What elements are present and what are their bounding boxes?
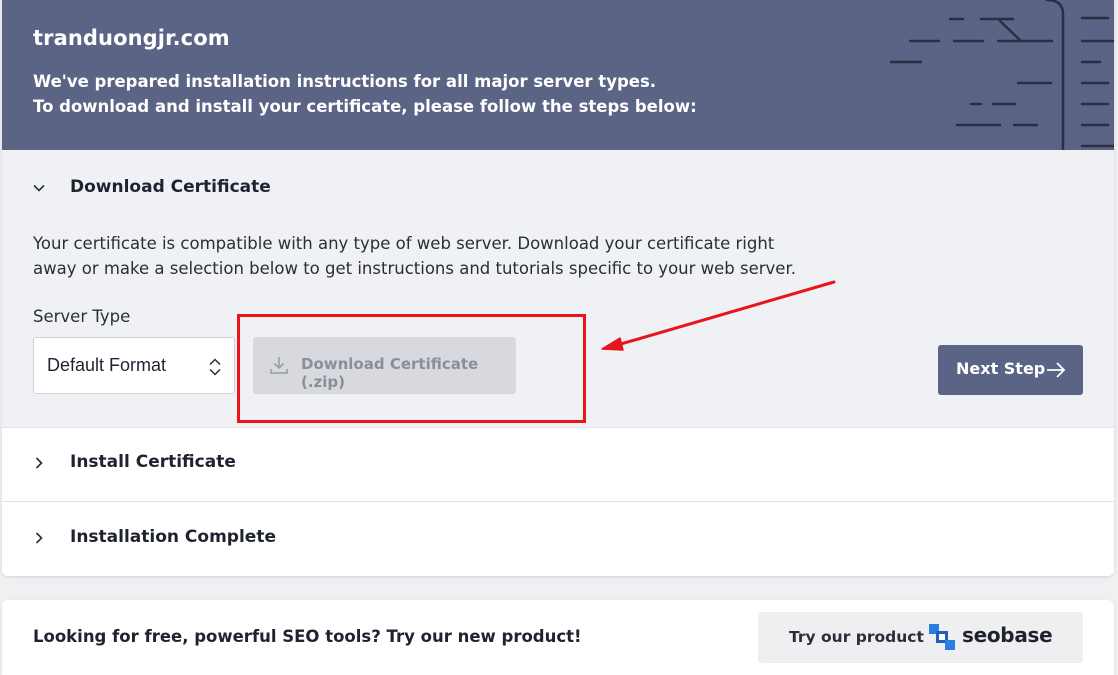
promo-text: Looking for free, powerful SEO tools? Tr… bbox=[33, 627, 582, 646]
step-title-complete[interactable]: Installation Complete bbox=[70, 527, 276, 547]
header-banner: tranduongjr.com We've prepared installat… bbox=[2, 0, 1114, 150]
intro-text: We've prepared installation instructions… bbox=[33, 70, 697, 119]
next-step-button[interactable]: Next Step bbox=[938, 345, 1083, 395]
arrow-right-icon bbox=[1047, 362, 1066, 378]
annotation-arrow bbox=[601, 280, 836, 351]
description-line-1: Your certificate is compatible with any … bbox=[33, 234, 775, 253]
chevron-down-icon[interactable] bbox=[32, 181, 46, 195]
annotation-highlight-box bbox=[237, 314, 586, 423]
server-type-value: Default Format bbox=[47, 355, 167, 375]
select-updown-icon bbox=[209, 358, 221, 376]
step-description: Your certificate is compatible with any … bbox=[33, 231, 813, 281]
chevron-right-icon bbox=[35, 457, 43, 469]
server-type-label: Server Type bbox=[33, 307, 131, 326]
intro-line-1: We've prepared installation instructions… bbox=[33, 72, 657, 91]
step-install-certificate[interactable]: Install Certificate bbox=[2, 428, 1114, 502]
step-download-certificate: Download Certificate Your certificate is… bbox=[2, 150, 1114, 428]
seobase-logo-icon bbox=[929, 624, 955, 650]
chevron-right-icon bbox=[35, 532, 43, 544]
step-title-download[interactable]: Download Certificate bbox=[70, 177, 271, 197]
promo-banner: Looking for free, powerful SEO tools? Tr… bbox=[2, 600, 1114, 675]
next-step-label: Next Step bbox=[956, 359, 1046, 378]
seobase-brand-name: seobase bbox=[962, 623, 1053, 647]
certificate-install-card: tranduongjr.com We've prepared installat… bbox=[2, 0, 1114, 576]
domain-title: tranduongjr.com bbox=[33, 26, 230, 50]
step-title-install[interactable]: Install Certificate bbox=[70, 452, 236, 472]
try-product-label: Try our product bbox=[789, 628, 924, 646]
try-product-button[interactable]: Try our product seobase bbox=[758, 612, 1083, 663]
decorative-lines-graphic bbox=[889, 0, 1114, 150]
step-installation-complete[interactable]: Installation Complete bbox=[2, 502, 1114, 576]
server-type-select[interactable]: Default Format bbox=[33, 337, 235, 394]
intro-line-2: To download and install your certificate… bbox=[33, 96, 697, 116]
